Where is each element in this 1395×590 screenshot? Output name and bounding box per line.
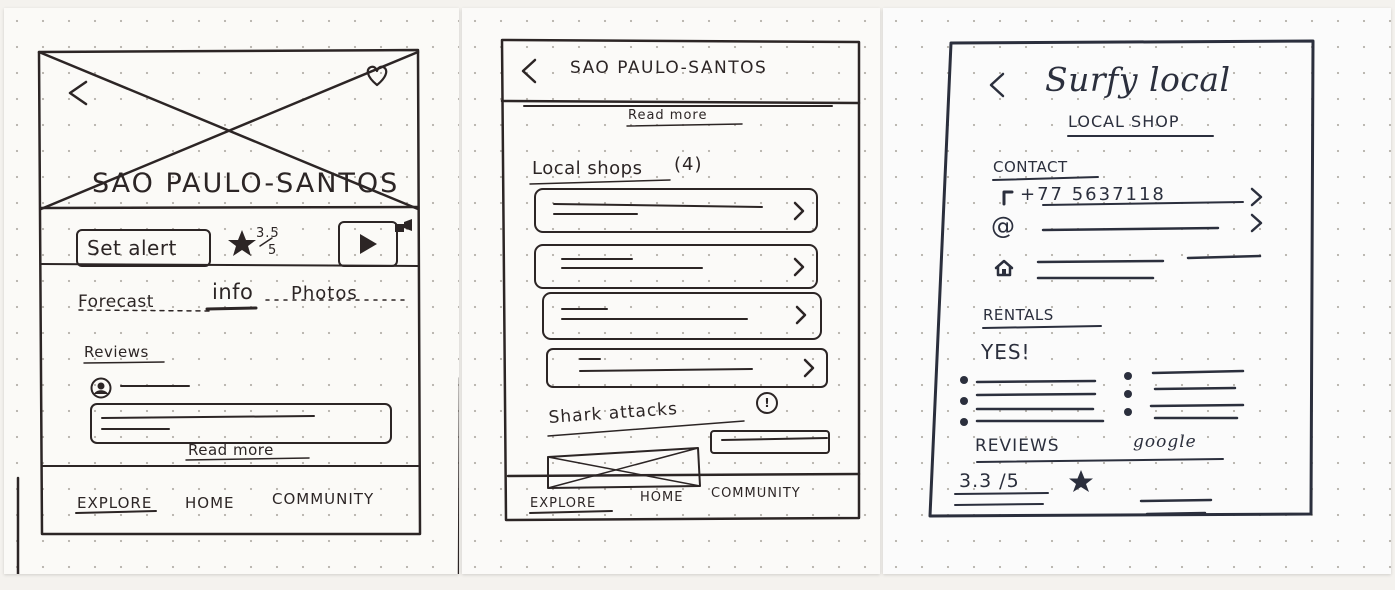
email-icon: @ [991, 212, 1016, 240]
tab-forecast[interactable]: Forecast [78, 292, 154, 312]
chevron-right-icon[interactable] [1249, 186, 1265, 210]
tab-photos[interactable]: Photos [291, 283, 358, 304]
shark-attack-card[interactable] [710, 430, 830, 454]
nav-home[interactable]: HOME [185, 494, 235, 512]
rating-value: 3.3 /5 [959, 470, 1020, 492]
set-alert-label: Set alert [87, 236, 177, 260]
back-chevron-icon[interactable] [64, 78, 94, 108]
video-button[interactable] [338, 221, 398, 267]
local-shops-heading: Local shops [532, 158, 643, 179]
shop-list-item[interactable] [534, 188, 818, 233]
review-card[interactable] [90, 403, 392, 444]
nav-home[interactable]: HOME [640, 490, 683, 505]
reviews-source: google [1133, 432, 1197, 452]
read-more-link[interactable]: Read more [188, 441, 274, 459]
rentals-heading: RENTALS [983, 306, 1054, 324]
contact-heading: CONTACT [993, 158, 1068, 176]
play-icon [360, 234, 377, 254]
bullet-dots [960, 376, 968, 426]
star-icon [228, 230, 256, 256]
tab-info[interactable]: info [212, 280, 253, 304]
sketch-sheet-2: SAO PAULO-SANTOS Read more Local shops (… [462, 8, 880, 574]
phone-icon [1002, 190, 1014, 206]
nav-community[interactable]: COMMUNITY [711, 486, 801, 501]
chevron-right-icon [793, 257, 805, 277]
sketch-sheet-3: Surfy local LOCAL SHOP CONTACT +77 56371… [883, 8, 1391, 574]
shop-subtitle: LOCAL SHOP [1068, 112, 1180, 131]
sketch-sheet-1: SAO PAULO-SANTOS Set alert 3.5 5 Forecas… [4, 8, 459, 574]
rating-slash [259, 237, 273, 247]
spot-title: SAO PAULO-SANTOS [92, 168, 400, 199]
camera-icon [395, 219, 412, 232]
chevron-right-icon[interactable] [1249, 212, 1265, 236]
avatar-icon [90, 377, 112, 399]
reviews-heading: REVIEWS [975, 436, 1060, 456]
nav-community[interactable]: COMMUNITY [272, 490, 374, 508]
shop-list-item[interactable] [546, 348, 828, 388]
shop-list-item[interactable] [534, 244, 818, 289]
rentals-value: YES! [981, 340, 1031, 364]
read-more-link[interactable]: Read more [628, 108, 707, 123]
shop-name-title: Surfy local [1045, 60, 1231, 99]
local-shops-count: (4) [674, 154, 703, 175]
phone-number[interactable]: +77 5637118 [1020, 184, 1166, 205]
alert-info-icon[interactable]: ! [756, 392, 778, 414]
reviews-heading: Reviews [84, 343, 149, 361]
set-alert-button[interactable]: Set alert [76, 229, 211, 267]
spot-title: SAO PAULO-SANTOS [570, 58, 768, 78]
heart-icon[interactable] [364, 64, 390, 88]
chevron-right-icon [795, 305, 807, 325]
chevron-right-icon [793, 201, 805, 221]
shop-list-item[interactable] [542, 292, 822, 340]
back-chevron-icon[interactable] [985, 70, 1011, 100]
chevron-right-icon [803, 358, 815, 378]
star-icon [1069, 470, 1093, 492]
nav-explore[interactable]: EXPLORE [77, 494, 152, 512]
bullet-dots [1124, 372, 1132, 416]
home-icon [994, 259, 1014, 277]
back-chevron-icon[interactable] [517, 56, 543, 86]
nav-explore[interactable]: EXPLORE [530, 496, 596, 511]
